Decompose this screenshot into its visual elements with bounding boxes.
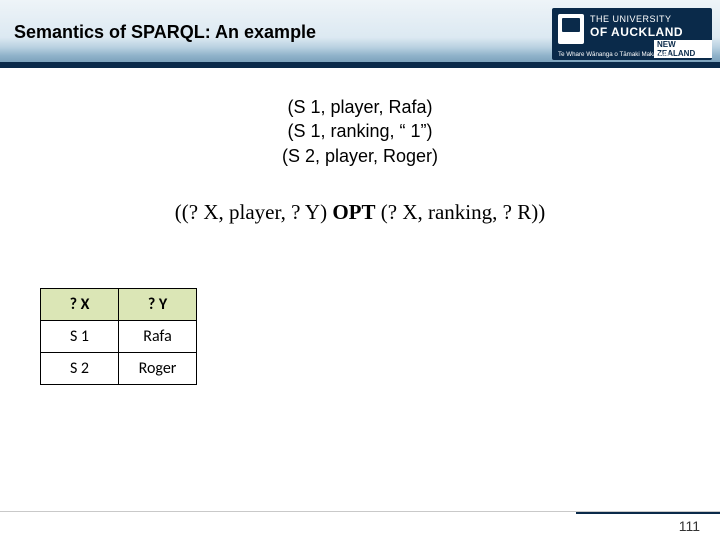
crest-icon [558, 14, 584, 44]
university-logo: THE UNIVERSITY OF AUCKLAND NEW ZEALAND T… [552, 8, 712, 60]
logo-line2: OF AUCKLAND [590, 25, 683, 39]
cell: S 1 [41, 321, 119, 353]
query-right: (? X, ranking, ? R)) [376, 200, 546, 224]
triple-3: (S 2, player, Roger) [0, 144, 720, 168]
logo-maori: Te Whare Wānanga o Tāmaki Makaurau [558, 51, 706, 58]
header-band: Semantics of SPARQL: An example THE UNIV… [0, 0, 720, 68]
slide: Semantics of SPARQL: An example THE UNIV… [0, 0, 720, 540]
col-header-y: ? Y [119, 289, 197, 321]
triple-1: (S 1, player, Rafa) [0, 95, 720, 119]
query-left: ((? X, player, ? Y) [175, 200, 333, 224]
slide-title: Semantics of SPARQL: An example [14, 22, 316, 43]
footer-rule [0, 512, 720, 514]
page-number: 111 [679, 518, 700, 534]
query-line: ((? X, player, ? Y) OPT (? X, ranking, ?… [0, 200, 720, 225]
cell: Roger [119, 353, 197, 385]
cell: S 2 [41, 353, 119, 385]
query-opt: OPT [332, 200, 375, 224]
cell: Rafa [119, 321, 197, 353]
logo-line1: THE UNIVERSITY [590, 14, 672, 24]
table-row: S 2 Roger [41, 353, 197, 385]
result-table: ? X ? Y S 1 Rafa S 2 Roger [40, 288, 197, 385]
table-row: S 1 Rafa [41, 321, 197, 353]
triple-2: (S 1, ranking, “ 1”) [0, 119, 720, 143]
table-header-row: ? X ? Y [41, 289, 197, 321]
triples-block: (S 1, player, Rafa) (S 1, ranking, “ 1”)… [0, 95, 720, 168]
col-header-x: ? X [41, 289, 119, 321]
